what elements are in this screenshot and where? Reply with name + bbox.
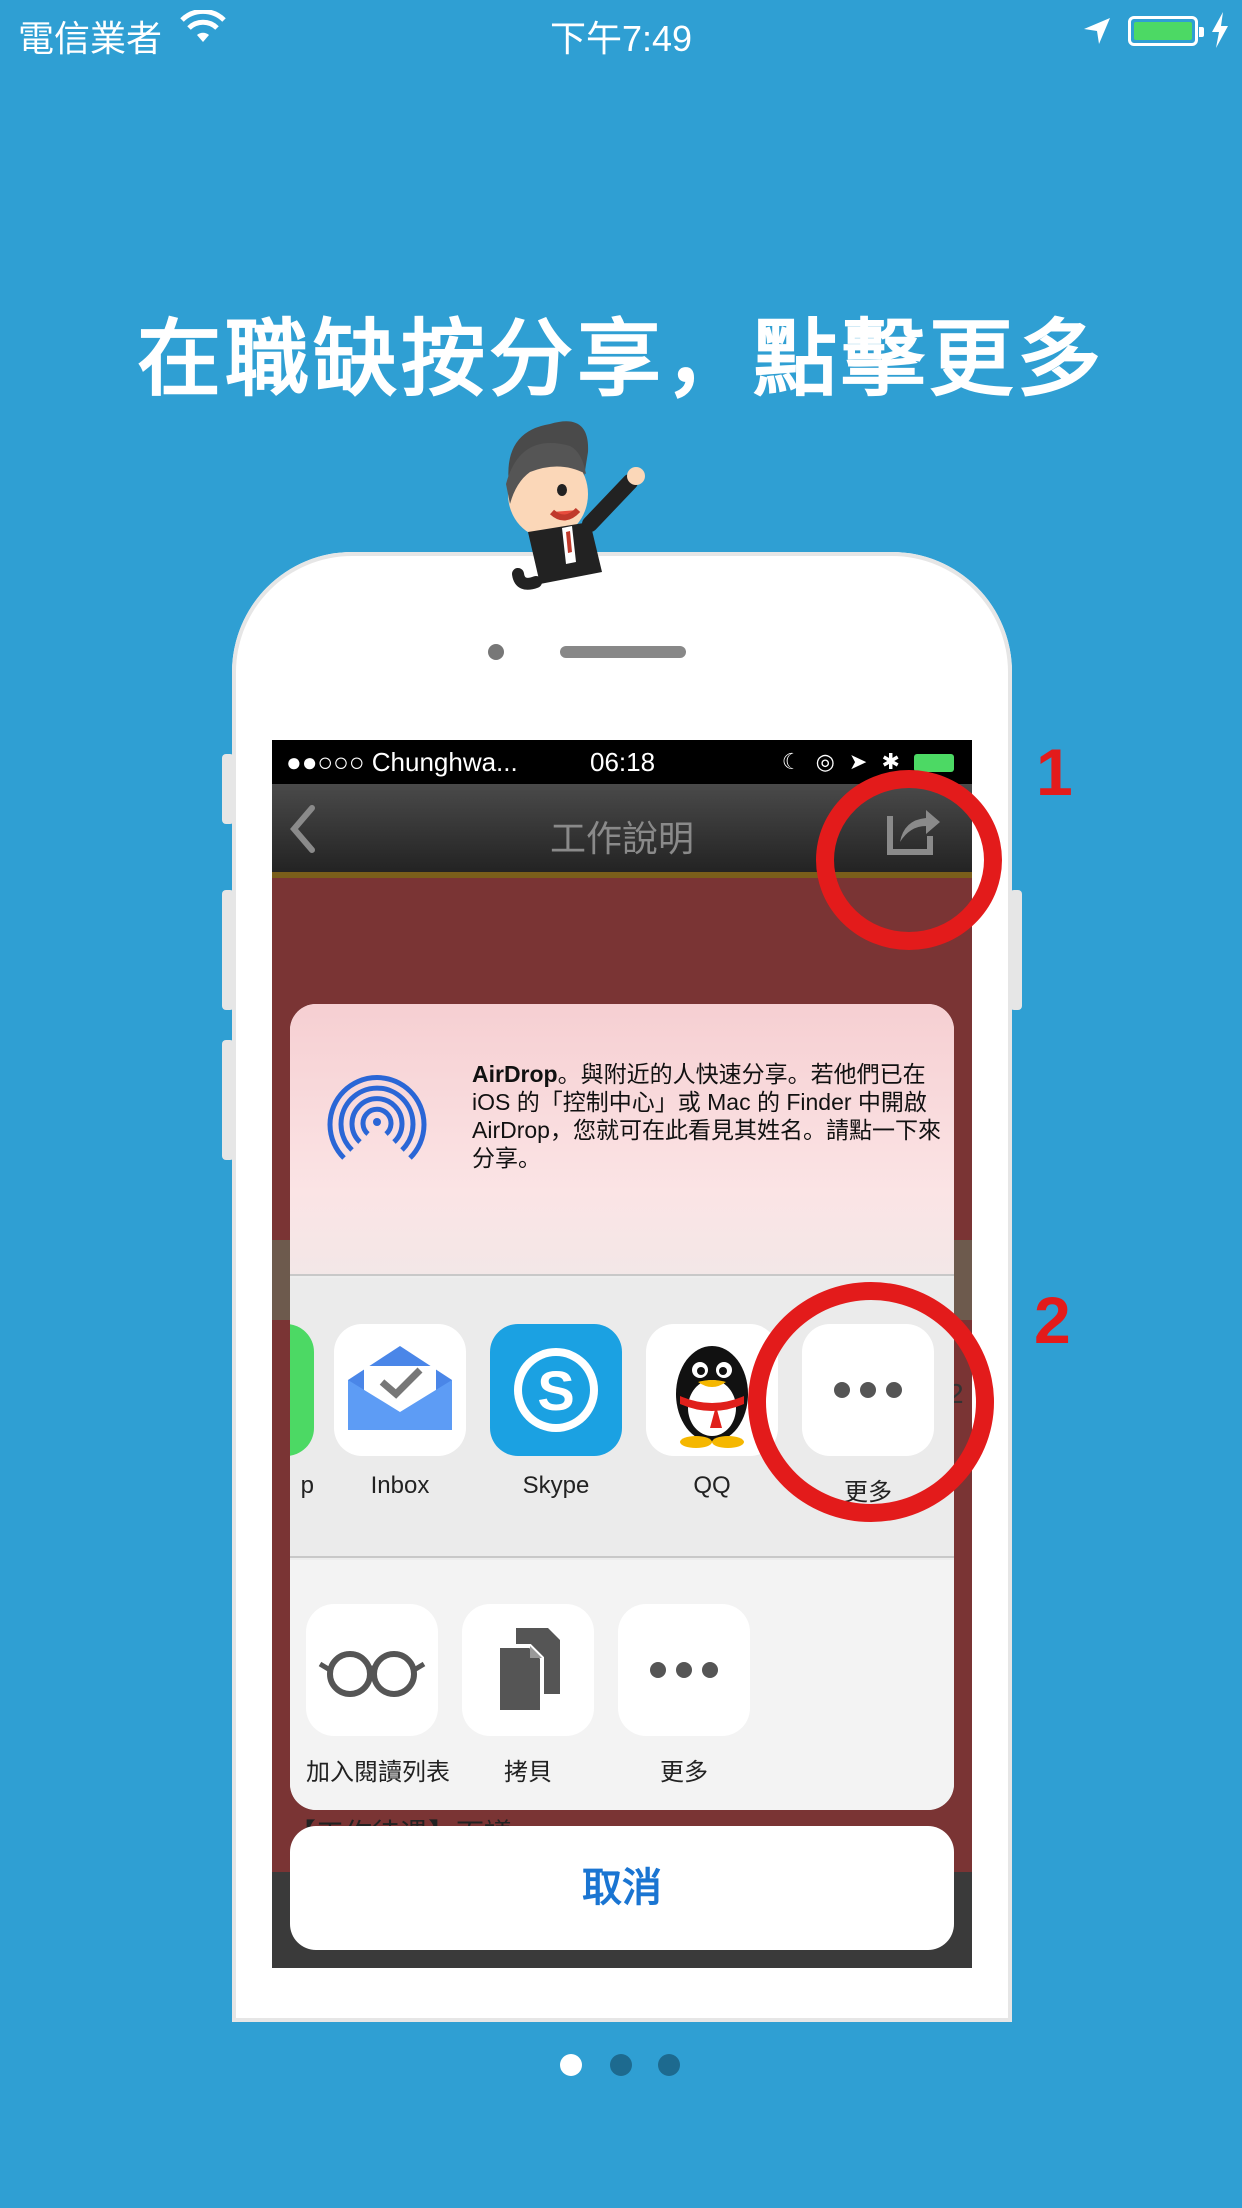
more-icon [618,1604,750,1736]
highlight-circle-more [748,1282,994,1522]
phone-camera [488,644,504,660]
glasses-icon [306,1604,438,1736]
action-copy-label: 拷貝 [504,1759,552,1786]
inner-status-bar: ●●○○○ Chunghwa... 06:18 ☾ ◎ ➤ ✱ [272,740,972,784]
step-number-1: 1 [1036,735,1073,809]
inner-battery-icon [914,754,954,773]
page-indicator [560,2052,682,2080]
messages-icon [290,1324,314,1456]
airdrop-icon [327,1075,427,1160]
page-dot[interactable] [560,2054,582,2076]
page-dot[interactable] [658,2054,680,2076]
phone-power-button [1010,890,1022,1010]
cancel-button[interactable]: 取消 [290,1826,954,1950]
action-copy[interactable]: 拷貝 [462,1604,594,1787]
phone-volume-down [222,1040,234,1160]
action-reading-list[interactable]: 加入閱讀列表 [306,1604,450,1787]
status-bar: 電信業者 下午7:49 [0,0,1242,62]
airdrop-description: AirDrop。與附近的人快速分享。若他們已在 iOS 的「控制中心」或 Mac… [472,1060,942,1172]
app-inbox[interactable]: Inbox [334,1324,466,1500]
share-actions-row: 加入閱讀列表 拷貝 更多 [290,1560,954,1810]
inner-clock: 06:18 [590,747,656,777]
page-title: 在職缺按分享，點擊更多 [136,312,1105,406]
phone-volume-up [222,890,234,1010]
battery-icon [1128,16,1204,46]
skype-icon: S [490,1324,622,1456]
app-qq-label: QQ [693,1472,731,1499]
action-more[interactable]: 更多 [618,1604,750,1787]
action-reading-list-label: 加入閱讀列表 [306,1759,450,1786]
clock: 下午7:49 [549,18,693,59]
highlight-circle-share [816,770,1002,950]
phone-mute-switch [222,754,234,824]
phone-speaker [560,646,686,658]
app-messages-label: p [300,1472,314,1499]
airdrop-section[interactable]: AirDrop。與附近的人快速分享。若他們已在 iOS 的「控制中心」或 Mac… [290,1004,954,1276]
charging-bolt-icon [1212,12,1228,48]
action-more-label: 更多 [660,1759,708,1786]
page-dot[interactable] [610,2054,632,2076]
app-messages[interactable]: p [290,1324,314,1500]
app-inbox-label: Inbox [370,1472,430,1499]
airdrop-title: AirDrop [472,1061,558,1087]
svg-text:S: S [537,1359,574,1422]
app-skype-label: Skype [522,1472,590,1499]
location-arrow-icon [1084,18,1110,44]
copy-icon [462,1604,594,1736]
step-number-2: 2 [1034,1283,1071,1357]
inbox-icon [334,1324,466,1456]
businessman-mascot-illustration [506,421,645,590]
inner-carrier: ●●○○○ Chunghwa... [286,747,518,777]
app-skype[interactable]: S Skype [490,1324,622,1500]
